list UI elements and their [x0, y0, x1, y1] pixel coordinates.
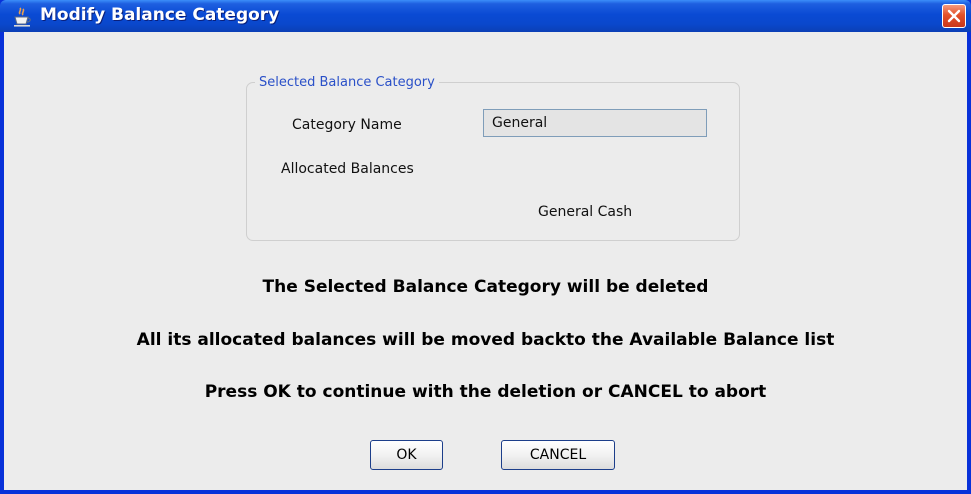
- delete-warning-message: The Selected Balance Category will be de…: [262, 277, 709, 297]
- close-button[interactable]: [942, 4, 966, 28]
- title-bar[interactable]: Modify Balance Category: [0, 0, 971, 32]
- close-icon: [947, 9, 961, 23]
- dialog-body: Selected Balance Category Category Name …: [4, 32, 967, 490]
- confirm-instruction-message: Press OK to continue with the deletion o…: [204, 382, 767, 402]
- cancel-button[interactable]: CANCEL: [501, 440, 615, 470]
- group-legend: Selected Balance Category: [259, 75, 435, 90]
- allocated-balances-label: Allocated Balances: [281, 161, 414, 177]
- allocated-balance-item[interactable]: General Cash: [538, 204, 632, 220]
- java-coffee-cup-icon: [11, 6, 33, 28]
- category-name-label: Category Name: [292, 117, 402, 133]
- ok-button[interactable]: OK: [370, 440, 443, 470]
- modify-balance-category-dialog: Modify Balance Category Selected Balance…: [0, 0, 971, 494]
- window-title: Modify Balance Category: [40, 5, 280, 25]
- selected-balance-category-group: Selected Balance Category: [246, 75, 740, 241]
- category-name-field[interactable]: [483, 109, 707, 137]
- balances-moved-message: All its allocated balances will be moved…: [136, 330, 835, 350]
